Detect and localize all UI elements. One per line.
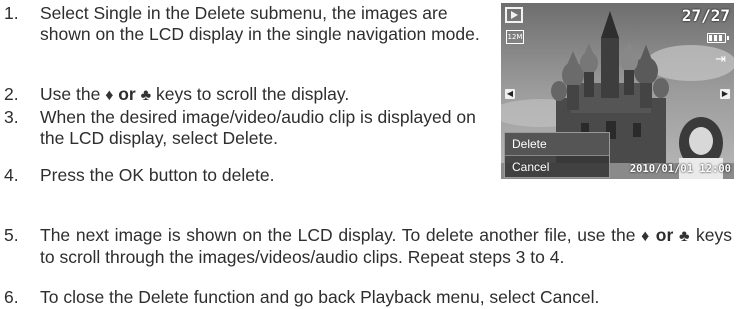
battery-icon xyxy=(707,33,729,43)
right-key-icon: ♣ xyxy=(140,87,152,104)
step-text: The next image is shown on the LCD displ… xyxy=(40,225,642,245)
step-2: 2. Use the ♦ or ♣ keys to scroll the dis… xyxy=(4,84,350,104)
menu-option-delete[interactable]: Delete xyxy=(505,133,609,156)
step-text: Use the xyxy=(40,84,106,104)
step-number: 2. xyxy=(4,84,19,104)
step-1: 1. Select Single in the Delete submenu, … xyxy=(4,3,484,45)
step-5: 5. The next image is shown on the LCD di… xyxy=(4,225,732,267)
image-counter: 27/27 xyxy=(681,6,730,25)
step-text: To close the Delete function and go back… xyxy=(40,287,600,307)
step-number: 1. xyxy=(4,3,19,23)
playback-mode-icon xyxy=(505,7,523,23)
date-time-stamp: 2010/01/01 12:00 xyxy=(629,163,731,175)
step-6: 6. To close the Delete function and go b… xyxy=(4,287,732,308)
lcd-display: 27/27 12M ⇥ ◀ ▶ Delete Cancel 2010/01/01… xyxy=(501,3,734,179)
menu-option-cancel[interactable]: Cancel xyxy=(505,156,609,178)
step-text: Press the OK button to delete. xyxy=(40,165,275,185)
nav-right-icon[interactable]: ▶ xyxy=(720,89,730,99)
left-key-icon: ♦ xyxy=(641,228,651,245)
right-key-icon: ♣ xyxy=(679,228,691,245)
step-number: 4. xyxy=(4,165,19,185)
step-text: When the desired image/video/audio clip … xyxy=(40,107,476,148)
step-4: 4. Press the OK button to delete. xyxy=(4,165,484,186)
step-number: 5. xyxy=(4,225,19,245)
step-text: Select Single in the Delete submenu, the… xyxy=(40,3,480,44)
delete-menu: Delete Cancel xyxy=(504,132,610,178)
nav-left-icon[interactable]: ◀ xyxy=(505,89,515,99)
step-3: 3. When the desired image/video/audio cl… xyxy=(4,107,484,149)
protect-icon: ⇥ xyxy=(715,51,726,66)
resolution-icon: 12M xyxy=(506,30,524,44)
clipped-heading-fragment xyxy=(40,0,160,2)
step-number: 6. xyxy=(4,287,19,307)
step-number: 3. xyxy=(4,107,19,127)
